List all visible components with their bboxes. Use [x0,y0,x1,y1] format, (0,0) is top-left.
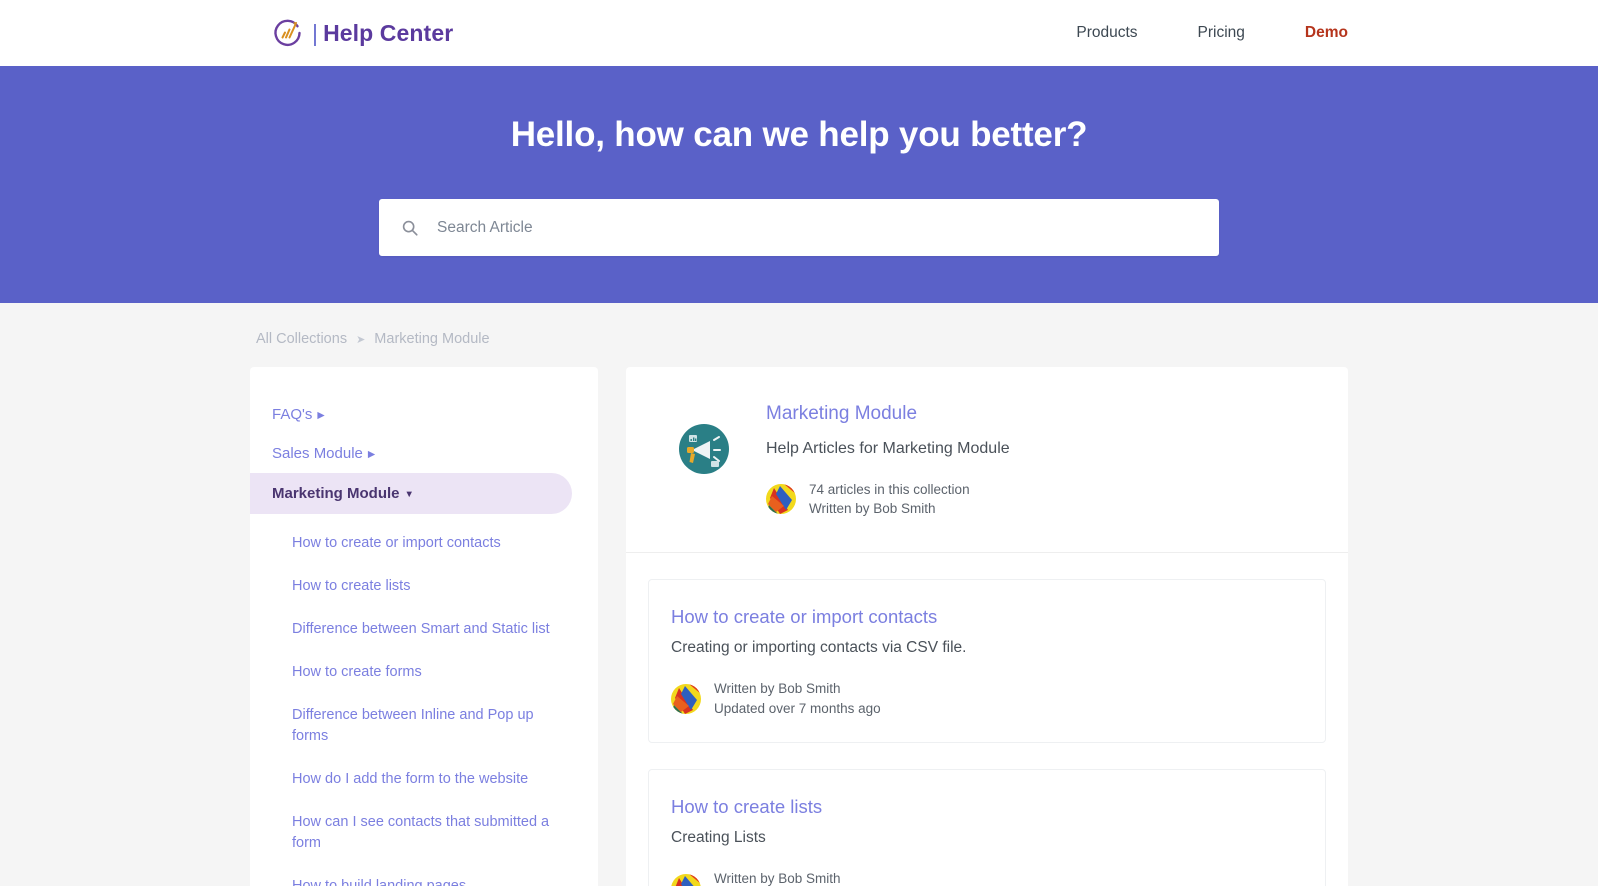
sidebar-navigation: FAQ's ▶ Sales Module ▶ Marketing Module ▼ H… [250,367,598,886]
written-by: Written by Bob Smith [714,681,841,697]
chevron-right-icon: ▶ [367,449,376,460]
article-author-meta: Written by Bob Smith Updated over 7 mont… [714,679,881,718]
article-author-meta: Written by Bob Smith Updated over 9 mont… [714,869,881,886]
list-item[interactable]: Difference between Inline and Pop up for… [250,694,598,758]
article-meta: Written by Bob Smith Updated over 9 mont… [671,869,1303,886]
nav-link-pricing[interactable]: Pricing [1198,24,1245,42]
list-item[interactable]: How to create lists [250,565,598,608]
article-title-link[interactable]: How to create or import contacts [671,606,1303,628]
article-description: Creating or importing contacts via CSV f… [671,639,967,657]
list-item[interactable]: How to build landing pages [250,865,598,886]
breadcrumb-separator-icon: ➤ [356,333,366,346]
brand-separator: | [312,19,319,46]
brand-name: Help Center [323,19,454,46]
collection-description: Help Articles for Marketing Module [766,440,1010,457]
sidebar-item-label: Sales Module [272,445,363,462]
page-title: Hello, how can we help you better? [510,115,1088,154]
two-column-layout: FAQ's ▶ Sales Module ▶ Marketing Module ▼ H… [250,367,1348,886]
megaphone-collection-icon [678,423,730,475]
article-count: 74 articles in this collection [809,482,970,497]
breadcrumb: All Collections ➤ Marketing Module [250,303,1348,367]
article-card[interactable]: How to create or import contacts Creatin… [648,579,1326,744]
growth-chart-logo-icon [272,17,304,49]
main-content: Marketing Module Help Articles for Marke… [626,367,1348,886]
nav-link-products[interactable]: Products [1076,24,1137,42]
site-header: | Help Center Products Pricing Demo [0,0,1598,66]
search-bar[interactable] [379,199,1219,256]
list-item[interactable]: How do I add the form to the website [250,758,598,801]
collection-author-meta: 74 articles in this collection Written b… [809,480,970,518]
list-item[interactable]: How can I see contacts that submitted a … [250,801,598,865]
written-by: Written by Bob Smith [714,871,841,886]
article-meta: Written by Bob Smith Updated over 7 mont… [671,679,1303,718]
chevron-down-icon: ▼ [404,489,414,500]
search-icon [401,219,419,237]
chevron-right-icon: ▶ [317,410,325,421]
updated-at: Updated over 7 months ago [714,700,881,716]
list-item[interactable]: Difference between Smart and Static list [250,608,598,651]
main-navigation: Products Pricing Demo [1076,24,1348,42]
avatar [766,484,796,515]
hero-banner: Hello, how can we help you better? [0,66,1598,303]
collection-header: Marketing Module Help Articles for Marke… [626,367,1348,554]
list-item[interactable]: How to create forms [250,651,598,694]
written-by: Written by Bob Smith [809,501,936,517]
list-item[interactable]: How to create or import contacts [250,522,598,565]
avatar [671,683,701,714]
nav-link-demo[interactable]: Demo [1305,24,1348,42]
collection-author-row: 74 articles in this collection Written b… [766,480,1010,518]
sidebar-item-label: Marketing Module [272,485,400,502]
sidebar-item-marketing-module[interactable]: Marketing Module ▼ [250,473,572,514]
collection-title-link[interactable]: Marketing Module [766,403,1010,425]
brand-title: | Help Center [312,20,453,47]
sidebar-item-sales-module[interactable]: Sales Module ▶ [250,434,598,473]
article-description: Creating Lists [671,829,766,847]
article-card[interactable]: How to create lists Creating Lists Writt… [648,769,1326,886]
breadcrumb-all-collections[interactable]: All Collections [256,331,347,347]
breadcrumb-current: Marketing Module [374,331,490,347]
collection-info: Marketing Module Help Articles for Marke… [766,397,1010,518]
sidebar-item-label: FAQ's [272,406,313,423]
search-input[interactable] [437,218,1197,237]
brand-logo-link[interactable]: | Help Center [272,17,453,49]
sidebar-item-faqs[interactable]: FAQ's ▶ [250,395,598,434]
article-title-link[interactable]: How to create lists [671,796,1303,818]
sidebar-article-list: How to create or import contacts How to … [250,514,598,886]
content-area: All Collections ➤ Marketing Module FAQ's… [0,303,1598,886]
avatar [671,874,701,886]
